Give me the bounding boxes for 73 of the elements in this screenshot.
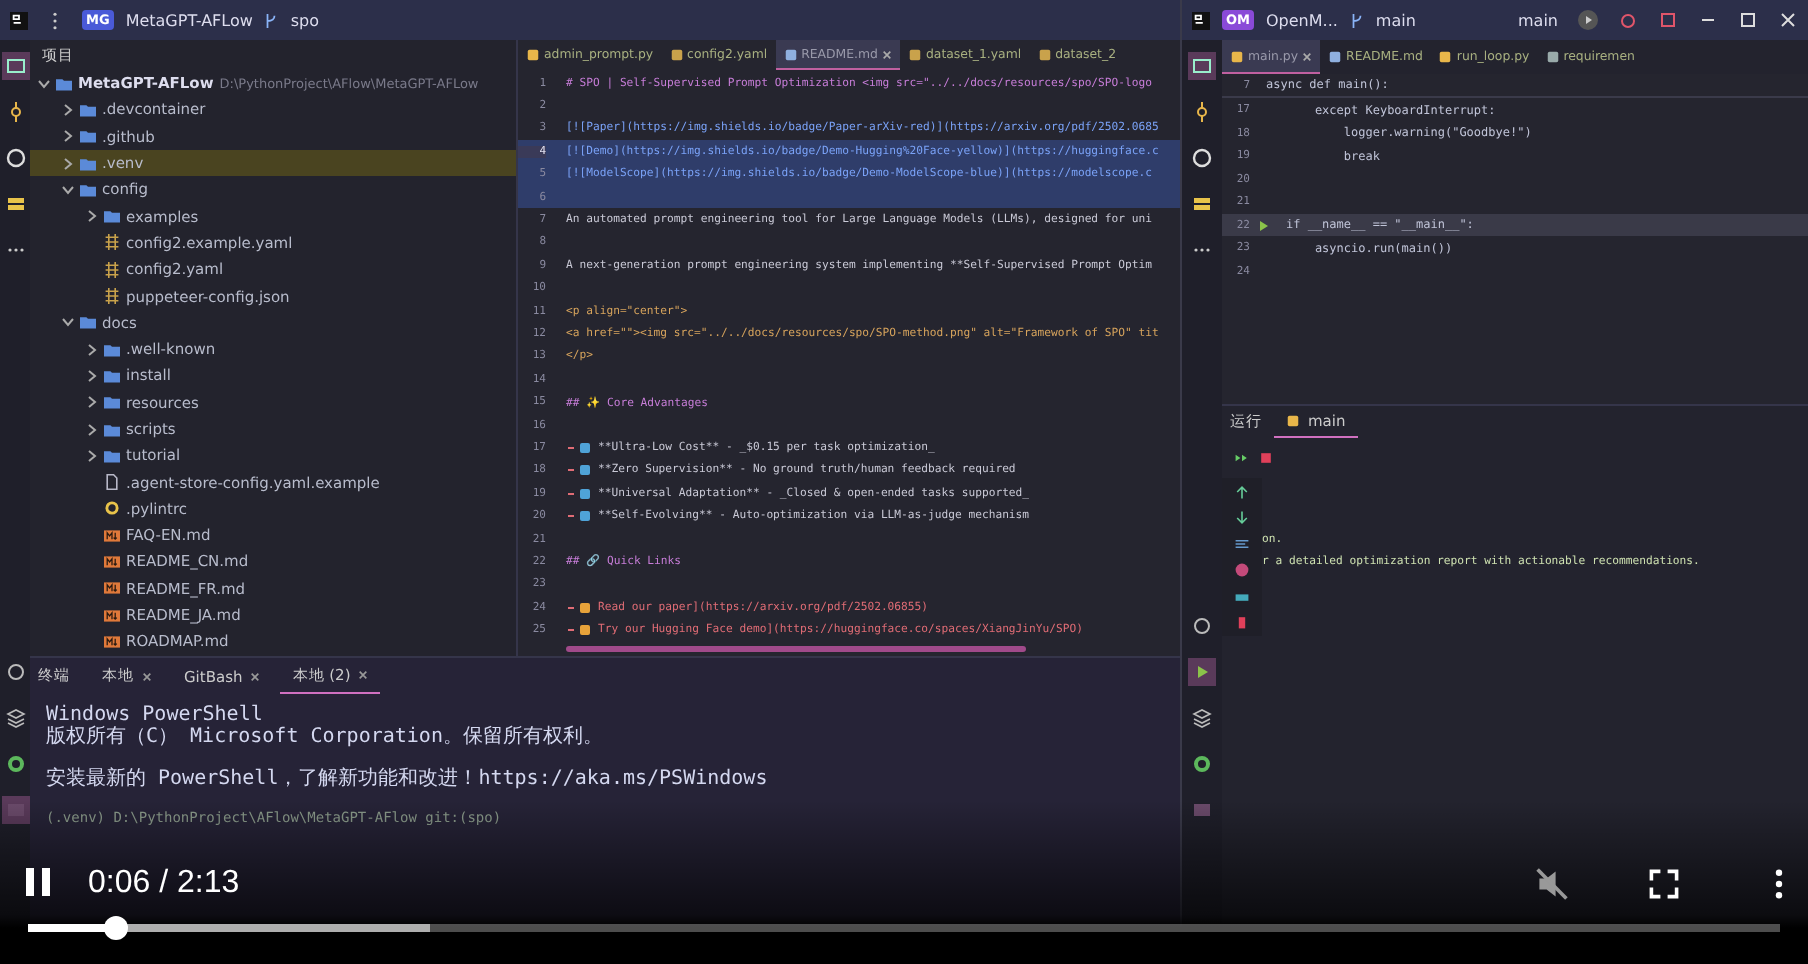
list-bullet-icon <box>566 601 594 614</box>
file-type-icon <box>1545 50 1560 64</box>
markdown-file-icon <box>104 580 120 597</box>
list-bullet-icon <box>566 487 594 500</box>
branch-icon <box>1349 11 1364 29</box>
file-type-icon <box>1037 48 1052 62</box>
app-logo-icon <box>10 11 28 29</box>
file-type-icon <box>669 48 684 62</box>
layers-icon[interactable] <box>1 704 29 732</box>
maximize-icon[interactable] <box>1738 10 1758 30</box>
markdown-file-icon <box>104 607 120 624</box>
run-gutter-icon[interactable] <box>1258 219 1270 232</box>
chevron-right-icon[interactable] <box>86 396 98 409</box>
terminal-line: 安装最新的 PowerShell，了解新功能和改进！https://aka.ms/PSWindows <box>46 768 770 790</box>
markdown-file-icon <box>104 633 120 650</box>
branch-selector[interactable]: spo <box>290 11 320 29</box>
chevron-right-icon[interactable] <box>86 210 98 223</box>
file-type-icon <box>1328 50 1343 64</box>
chevron-right-icon[interactable] <box>62 103 74 116</box>
rerun-icon[interactable] <box>1234 450 1250 466</box>
close-icon[interactable] <box>250 671 261 681</box>
chevron-right-icon[interactable] <box>86 449 98 462</box>
run-config-selector[interactable]: main <box>1518 11 1558 29</box>
stop-icon[interactable] <box>1658 10 1678 30</box>
branch-selector[interactable]: main <box>1375 11 1416 29</box>
chevron-down-icon[interactable] <box>62 316 74 329</box>
video-time: 0:06 / 2:13 <box>88 866 240 902</box>
pause-button[interactable] <box>24 866 56 902</box>
close-icon[interactable] <box>142 671 152 681</box>
fullscreen-icon[interactable] <box>1646 866 1682 902</box>
list-bullet-icon <box>566 624 594 637</box>
file-type-icon <box>1230 49 1244 63</box>
close-icon[interactable] <box>1302 51 1313 61</box>
file-icon <box>104 474 120 491</box>
branch-icon <box>264 11 279 29</box>
project-selector[interactable]: MetaGPT-AFLow <box>125 11 253 29</box>
more-icon[interactable] <box>1774 868 1784 900</box>
chevron-down-icon[interactable] <box>62 183 74 196</box>
markdown-file-icon <box>104 527 120 544</box>
app-logo-icon <box>1192 11 1210 29</box>
project-selector[interactable]: OpenM... <box>1266 11 1338 29</box>
close-icon[interactable] <box>881 49 892 59</box>
layers-icon[interactable] <box>1188 704 1216 732</box>
file-type-icon <box>526 48 540 62</box>
python-icon <box>1286 414 1300 428</box>
yaml-file-icon <box>104 288 120 305</box>
more-icon[interactable] <box>52 11 58 29</box>
terminal-line: Windows PowerShell <box>46 704 265 726</box>
list-bullet-icon <box>566 464 594 477</box>
arrow-down-icon[interactable] <box>1234 510 1250 526</box>
chevron-right-icon[interactable] <box>62 130 74 143</box>
chevron-right-icon[interactable] <box>86 369 98 382</box>
file-type-icon <box>1438 50 1453 64</box>
run-icon[interactable] <box>1578 10 1598 30</box>
chevron-right-icon[interactable] <box>62 157 74 170</box>
close-icon[interactable] <box>358 670 369 680</box>
chevron-right-icon[interactable] <box>86 423 98 435</box>
muted-speaker-icon[interactable] <box>1534 866 1570 902</box>
run-icon[interactable] <box>1188 658 1216 686</box>
yaml-file-icon <box>104 234 120 251</box>
file-type-icon <box>907 48 922 62</box>
list-bullet-icon <box>566 510 594 523</box>
yaml-file-icon <box>104 261 120 278</box>
list-bullet-icon <box>566 441 594 454</box>
stop-icon[interactable] <box>1258 450 1274 466</box>
chevron-down-icon[interactable] <box>38 77 50 90</box>
wrap-icon[interactable] <box>1234 536 1250 552</box>
chevron-right-icon[interactable] <box>86 343 98 356</box>
file-type-icon <box>783 47 798 61</box>
markdown-file-icon <box>104 553 120 570</box>
scrollbar[interactable] <box>566 646 1026 652</box>
terminal-line: 版权所有（C） Microsoft Corporation。保留所有权利。 <box>46 726 605 748</box>
arrow-up-icon[interactable] <box>1234 484 1250 500</box>
